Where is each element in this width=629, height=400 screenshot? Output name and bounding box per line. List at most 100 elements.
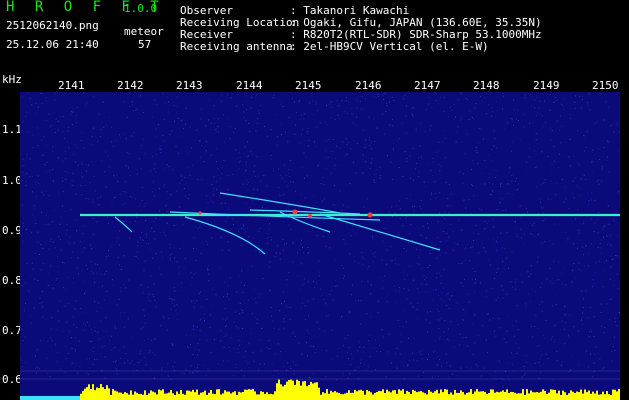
noise-speck (370, 316, 372, 318)
noise-speck (599, 358, 601, 360)
noise-speck (160, 324, 162, 326)
noise-speck (428, 97, 430, 98)
noise-speck (62, 180, 64, 182)
noise-speck (57, 255, 59, 257)
noise-speck (230, 337, 232, 339)
noise-speck (269, 261, 271, 263)
noise-speck (360, 359, 362, 361)
noise-speck (534, 167, 536, 169)
noise-speck (444, 157, 446, 159)
noise-speck (606, 260, 607, 262)
noise-speck (492, 183, 494, 185)
noise-speck (112, 279, 113, 281)
noise-speck (406, 364, 408, 366)
noise-speck (315, 101, 317, 103)
noise-speck (503, 338, 505, 340)
noise-speck (302, 302, 304, 304)
noise-speck (611, 360, 613, 362)
noise-speck (245, 101, 247, 103)
noise-speck (118, 298, 120, 300)
noise-speck (354, 123, 356, 125)
noise-speck (112, 348, 114, 350)
noise-speck (36, 349, 38, 351)
noise-speck (491, 194, 493, 196)
noise-speck (472, 323, 474, 325)
noise-speck (308, 140, 310, 142)
noise-speck (78, 273, 80, 275)
power-bar (532, 392, 534, 400)
noise-speck (186, 333, 188, 335)
power-baseline (20, 396, 80, 400)
noise-speck (545, 319, 547, 321)
noise-speck (613, 131, 615, 133)
noise-speck (103, 336, 105, 338)
noise-speck (361, 96, 363, 98)
meteor-count: 57 (138, 38, 152, 51)
power-bar (438, 393, 440, 400)
noise-speck (351, 108, 353, 110)
noise-speck (571, 285, 573, 287)
noise-speck (592, 161, 594, 163)
noise-speck (539, 365, 541, 367)
noise-speck (500, 285, 502, 287)
noise-speck (246, 202, 247, 204)
noise-speck (289, 175, 291, 177)
noise-speck (491, 160, 493, 162)
x-tick: 2148 (473, 79, 500, 92)
noise-speck (403, 365, 405, 367)
noise-speck (491, 107, 493, 109)
noise-speck (71, 361, 73, 362)
noise-speck (488, 177, 490, 179)
power-bar (348, 390, 350, 400)
noise-speck (118, 350, 120, 352)
noise-speck (74, 337, 76, 339)
noise-speck (141, 199, 143, 201)
noise-speck (327, 156, 329, 158)
noise-speck (303, 152, 305, 154)
noise-speck (518, 347, 520, 349)
noise-speck (439, 212, 441, 214)
noise-speck (571, 282, 573, 284)
noise-speck (191, 300, 193, 302)
noise-speck (573, 197, 575, 199)
noise-speck (229, 138, 231, 140)
noise-speck (153, 180, 155, 181)
noise-speck (304, 177, 305, 179)
noise-speck (81, 162, 83, 164)
noise-speck (570, 165, 571, 167)
noise-speck (259, 123, 261, 125)
power-bar (572, 391, 574, 400)
noise-speck (113, 226, 115, 228)
noise-speck (465, 207, 467, 209)
noise-speck (325, 150, 327, 152)
noise-speck (537, 233, 539, 235)
noise-speck (473, 118, 475, 120)
noise-speck (613, 219, 615, 221)
noise-speck (192, 354, 194, 355)
power-bar (174, 395, 176, 400)
noise-speck (105, 316, 107, 318)
noise-speck (485, 251, 487, 253)
noise-speck (125, 165, 127, 167)
noise-speck (145, 220, 147, 221)
noise-speck (451, 295, 453, 296)
noise-speck (261, 156, 263, 158)
power-bar (96, 387, 98, 400)
noise-speck (441, 216, 443, 218)
power-bar (180, 390, 182, 400)
noise-speck (304, 319, 306, 321)
noise-speck (495, 251, 497, 253)
noise-speck (258, 245, 260, 247)
noise-speck (391, 124, 393, 126)
noise-speck (279, 195, 281, 197)
noise-speck (394, 259, 396, 261)
noise-speck (511, 141, 513, 143)
noise-speck (445, 304, 447, 306)
noise-speck (352, 121, 354, 123)
power-bar (292, 380, 294, 400)
noise-speck (514, 226, 516, 228)
noise-speck (173, 225, 175, 226)
noise-speck (163, 318, 165, 320)
noise-speck (287, 307, 289, 309)
noise-speck (296, 253, 298, 255)
